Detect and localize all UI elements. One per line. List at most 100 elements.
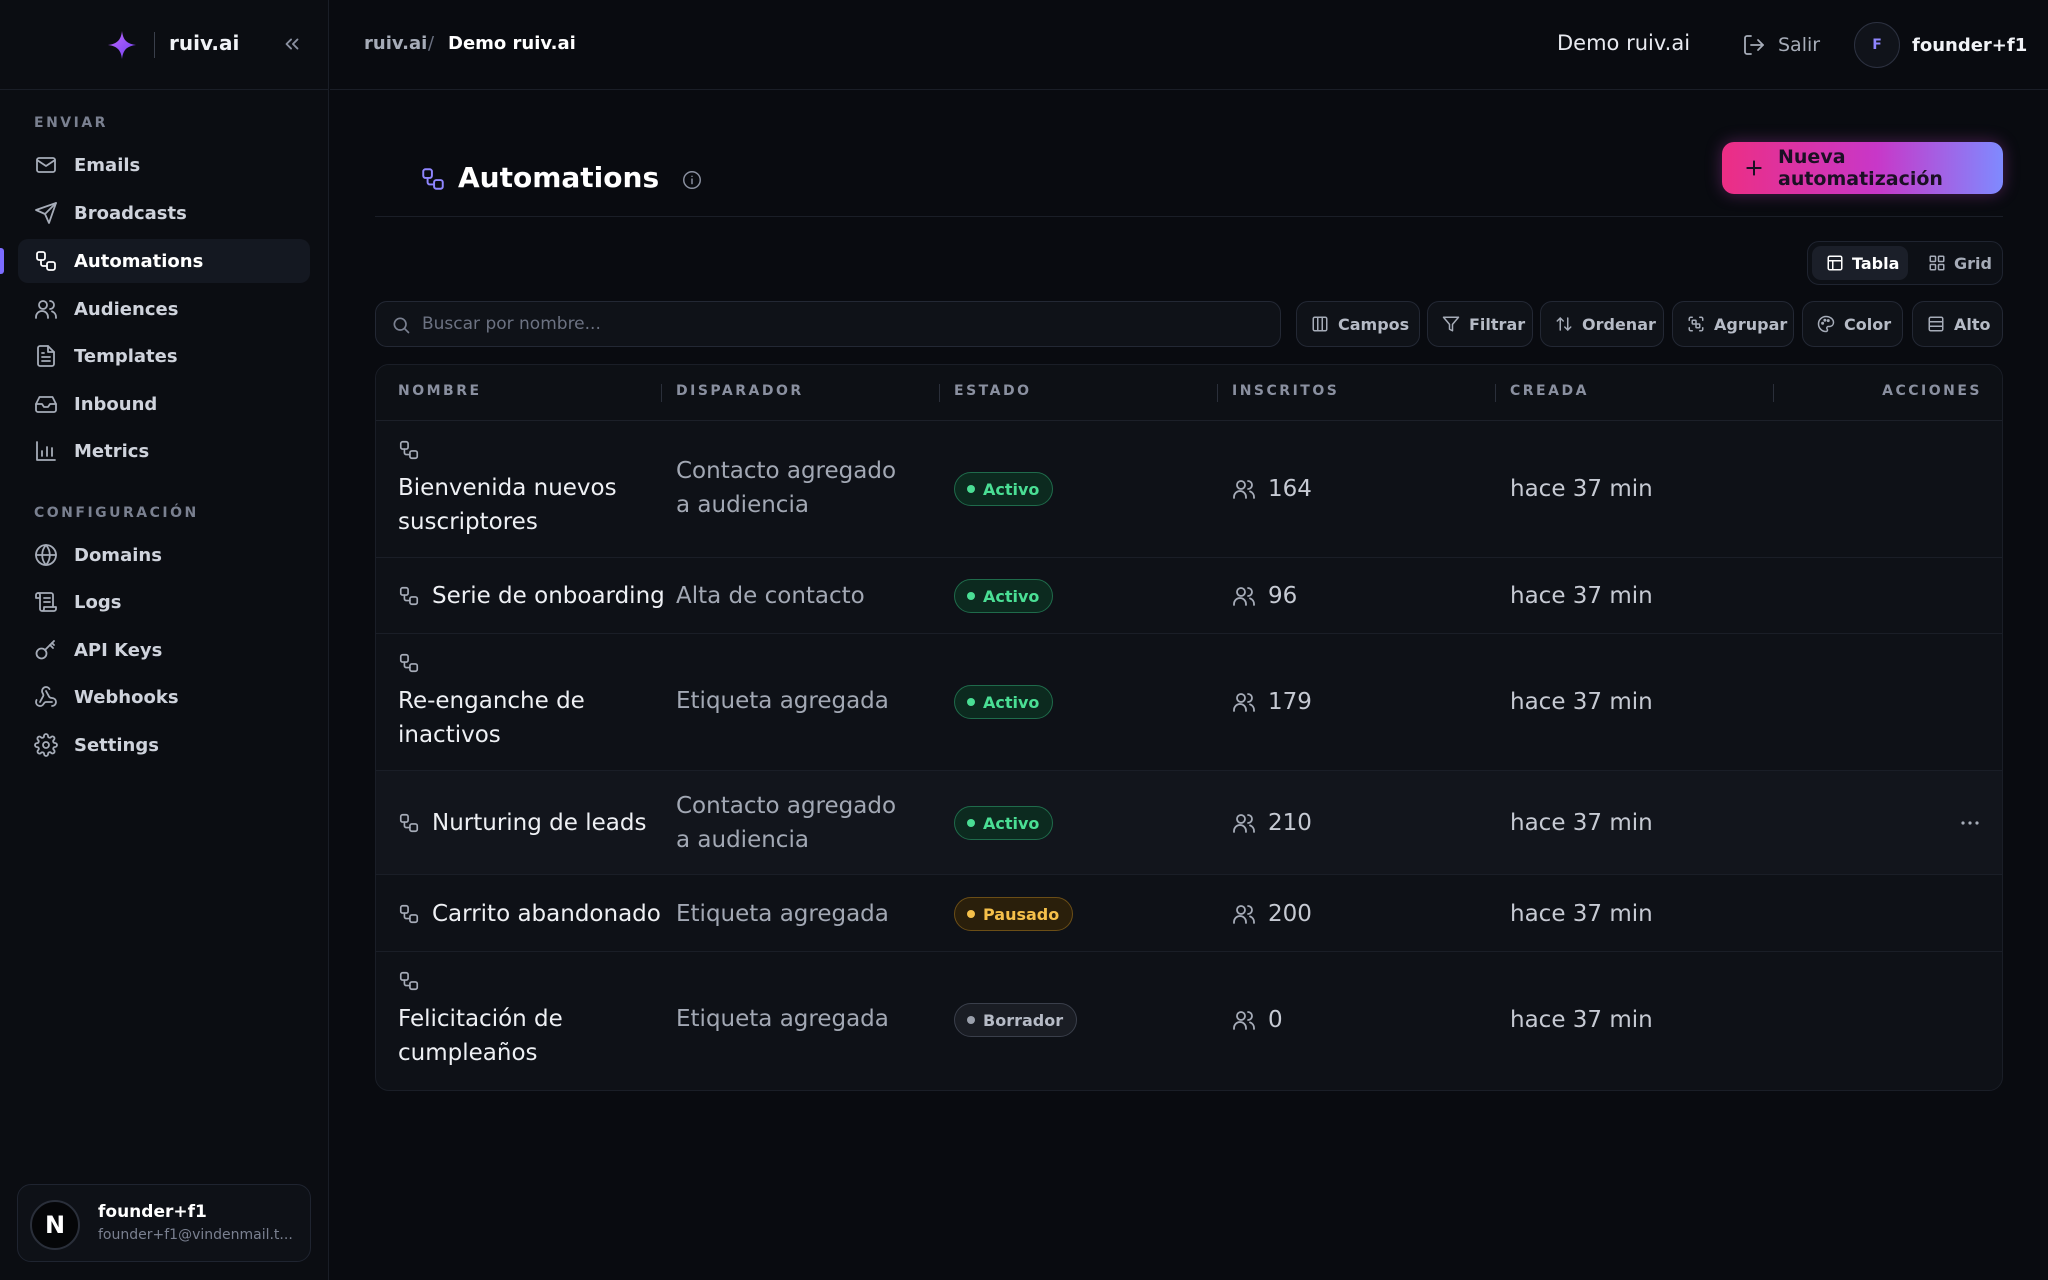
avatar: F	[1854, 22, 1900, 68]
info-icon[interactable]	[681, 169, 703, 191]
users-icon	[1232, 690, 1256, 714]
active-indicator	[0, 248, 4, 274]
automation-name[interactable]: Carrito abandonado	[432, 897, 662, 931]
enrolled-count: 210	[1268, 810, 1312, 836]
workflow-icon	[398, 812, 420, 834]
more-options-icon[interactable]	[1958, 811, 1982, 835]
status-dot	[967, 485, 975, 493]
workflow-icon	[398, 970, 420, 992]
logout-button[interactable]: Salir	[1742, 28, 1820, 62]
status-label: Borrador	[983, 1010, 1064, 1030]
sidebar-user-card[interactable]: N founder+f1 founder+f1@vindenmail.t...	[17, 1184, 311, 1262]
sidebar-item-broadcasts[interactable]: Broadcasts	[18, 191, 310, 235]
view-toggle: Tabla Grid	[1807, 241, 2003, 285]
column-resizer[interactable]	[1217, 384, 1218, 402]
sidebar-item-metrics[interactable]: Metrics	[18, 429, 310, 473]
users-icon	[34, 297, 58, 321]
org-name[interactable]: Demo ruiv.ai	[1557, 31, 1690, 55]
table-row[interactable]: Carrito abandonado Etiqueta agregada Pau…	[376, 875, 2002, 952]
status-dot	[967, 592, 975, 600]
sidebar-item-label: Metrics	[74, 440, 150, 462]
created-at: hace 37 min	[1510, 583, 1653, 609]
sidebar-item-inbound[interactable]: Inbound	[18, 382, 310, 426]
collapse-sidebar-icon[interactable]	[281, 33, 303, 55]
automation-name[interactable]: Bienvenida nuevos suscriptores	[398, 471, 648, 539]
automation-name[interactable]: Serie de onboarding	[432, 579, 665, 613]
webhook-icon	[34, 685, 58, 709]
key-icon	[34, 638, 58, 662]
sidebar-item-webhooks[interactable]: Webhooks	[18, 675, 310, 719]
column-header-name[interactable]: NOMBRE	[398, 383, 482, 399]
status-label: Activo	[983, 586, 1040, 606]
logout-icon	[1742, 33, 1766, 57]
user-name: founder+f1	[98, 1202, 207, 1222]
automation-trigger: Etiqueta agregada	[676, 901, 889, 927]
sidebar-item-domains[interactable]: Domains	[18, 533, 310, 577]
row-height-button[interactable]: Alto	[1912, 301, 2003, 347]
column-resizer[interactable]	[1495, 384, 1496, 402]
workflow-icon	[420, 166, 446, 192]
automation-name[interactable]: Re-enganche de inactivos	[398, 684, 648, 752]
new-automation-label: Nueva automatización	[1778, 146, 1943, 190]
automation-name[interactable]: Felicitación de cumpleaños	[398, 1002, 648, 1070]
sort-label: Ordenar	[1582, 314, 1656, 334]
new-automation-button[interactable]: Nueva automatización	[1722, 142, 2003, 194]
automation-name[interactable]: Nurturing de leads	[432, 806, 662, 840]
group-button[interactable]: Agrupar	[1672, 301, 1794, 347]
automation-trigger: Etiqueta agregada	[676, 1006, 889, 1032]
inbox-icon	[34, 392, 58, 416]
sparkle-logo-icon[interactable]	[106, 29, 138, 61]
column-header-trigger[interactable]: DISPARADOR	[676, 383, 804, 399]
table-row[interactable]: Serie de onboarding Alta de contacto Act…	[376, 558, 2002, 634]
table-icon	[1826, 254, 1844, 272]
status-dot	[967, 698, 975, 706]
column-resizer[interactable]	[939, 384, 940, 402]
fields-button[interactable]: Campos	[1296, 301, 1420, 347]
section-label-enviar: ENVIAR	[34, 115, 108, 131]
column-header-enrolled[interactable]: INSCRITOS	[1232, 383, 1339, 399]
group-label: Agrupar	[1714, 314, 1788, 334]
created-at: hace 37 min	[1510, 1007, 1653, 1033]
brand-name[interactable]: ruiv.ai	[169, 31, 239, 55]
sidebar-item-label: Emails	[74, 154, 141, 176]
sidebar-item-settings[interactable]: Settings	[18, 723, 310, 767]
bar-chart-icon	[34, 439, 58, 463]
view-grid-button[interactable]: Grid	[1918, 246, 2000, 280]
table-row[interactable]: Nurturing de leads Contacto agregado a a…	[376, 771, 2002, 875]
enrolled-count: 96	[1268, 583, 1298, 609]
sidebar-item-templates[interactable]: Templates	[18, 334, 310, 378]
palette-icon	[1817, 315, 1835, 333]
sidebar-item-api-keys[interactable]: API Keys	[18, 628, 310, 672]
filter-label: Filtrar	[1469, 314, 1526, 334]
page-title: Automations	[458, 161, 660, 194]
column-header-status[interactable]: ESTADO	[954, 383, 1031, 399]
sidebar-item-label: Templates	[74, 345, 178, 367]
workflow-icon	[398, 439, 420, 461]
brand-divider	[154, 32, 155, 58]
sidebar-item-logs[interactable]: Logs	[18, 580, 310, 624]
sidebar-item-label: Inbound	[74, 393, 158, 415]
column-header-created[interactable]: CREADA	[1510, 383, 1589, 399]
table-row[interactable]: Felicitación de cumpleaños Etiqueta agre…	[376, 952, 2002, 1090]
column-resizer[interactable]	[661, 384, 662, 402]
user-menu[interactable]: F founder+f1	[1854, 22, 2027, 68]
filter-button[interactable]: Filtrar	[1427, 301, 1533, 347]
sort-button[interactable]: Ordenar	[1540, 301, 1664, 347]
status-badge: Activo	[954, 806, 1054, 840]
automations-table: NOMBRE DISPARADOR ESTADO INSCRITOS CREAD…	[375, 364, 2003, 1091]
sidebar-item-audiences[interactable]: Audiences	[18, 287, 310, 331]
view-table-button[interactable]: Tabla	[1812, 246, 1908, 280]
table-row[interactable]: Re-enganche de inactivos Etiqueta agrega…	[376, 634, 2002, 771]
enrolled-count: 179	[1268, 689, 1312, 715]
column-resizer[interactable]	[1773, 384, 1774, 402]
status-badge: Borrador	[954, 1003, 1078, 1037]
send-icon	[34, 201, 58, 225]
sidebar-item-emails[interactable]: Emails	[18, 143, 310, 187]
breadcrumb-root[interactable]: ruiv.ai	[364, 33, 427, 54]
search-input[interactable]	[422, 302, 1262, 346]
status-label: Activo	[983, 813, 1040, 833]
sidebar-item-automations[interactable]: Automations	[18, 239, 310, 283]
color-button[interactable]: Color	[1802, 301, 1903, 347]
table-row[interactable]: Bienvenida nuevos suscriptores Contacto …	[376, 421, 2002, 558]
created-at: hace 37 min	[1510, 901, 1653, 927]
